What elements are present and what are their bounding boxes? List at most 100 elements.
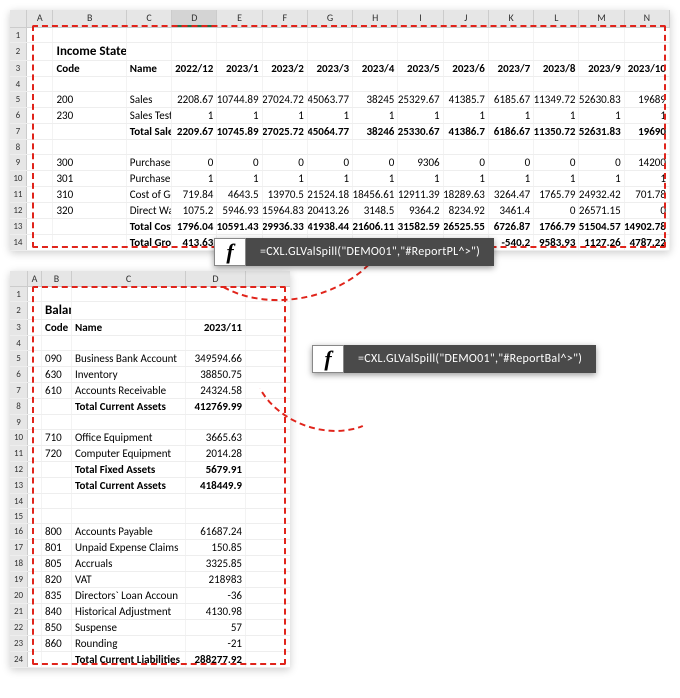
cell[interactable]: [398, 28, 443, 42]
value-cell[interactable]: 45064.77: [308, 124, 353, 139]
row-header[interactable]: 15: [10, 509, 28, 523]
value-cell[interactable]: 20413.26: [308, 203, 353, 218]
value-cell[interactable]: 52630.83: [579, 92, 624, 107]
cell[interactable]: [72, 287, 186, 301]
cell[interactable]: [579, 43, 624, 60]
code-cell[interactable]: [42, 478, 72, 493]
code-cell[interactable]: [53, 124, 126, 139]
code-cell[interactable]: 230: [53, 108, 126, 123]
code-cell[interactable]: 090: [42, 351, 72, 366]
col-header-K[interactable]: K: [489, 10, 534, 27]
value-cell[interactable]: 41386.7: [444, 124, 489, 139]
name-cell[interactable]: Purchases: [127, 155, 172, 170]
row-header[interactable]: 1: [10, 287, 28, 301]
value-cell[interactable]: 0: [172, 155, 217, 170]
row-header[interactable]: 9: [10, 415, 28, 429]
cell[interactable]: [42, 287, 72, 301]
value-cell[interactable]: 11350.72: [534, 124, 579, 139]
value-cell[interactable]: 1766.79: [534, 219, 579, 234]
col-header-D[interactable]: D: [186, 271, 246, 286]
cell[interactable]: [72, 336, 186, 350]
cell[interactable]: [72, 494, 186, 508]
value-cell[interactable]: 1075.2: [172, 203, 217, 218]
cell[interactable]: [263, 140, 308, 154]
cell[interactable]: [579, 140, 624, 154]
row-header[interactable]: 1: [10, 28, 27, 42]
code-cell[interactable]: 801: [42, 540, 72, 555]
value-cell[interactable]: 0: [353, 155, 398, 170]
cell[interactable]: [28, 494, 42, 508]
value-cell[interactable]: 1: [263, 171, 308, 186]
cell[interactable]: [263, 43, 308, 60]
value-cell[interactable]: 418449.9: [186, 478, 246, 493]
cell[interactable]: [625, 140, 670, 154]
cell[interactable]: [217, 28, 262, 42]
cell[interactable]: [28, 430, 42, 445]
row-header[interactable]: 13: [10, 478, 28, 493]
row-header[interactable]: 12: [10, 462, 28, 477]
value-cell[interactable]: 1: [308, 108, 353, 123]
cell[interactable]: [444, 77, 489, 91]
value-cell[interactable]: 51504.57: [579, 219, 624, 234]
header-period[interactable]: 2023/6: [444, 61, 489, 76]
cell[interactable]: [489, 43, 534, 60]
header-code[interactable]: Code: [42, 320, 72, 335]
value-cell[interactable]: 31582.59: [398, 219, 443, 234]
name-cell[interactable]: VAT: [72, 572, 186, 587]
cell[interactable]: [27, 92, 54, 107]
cell[interactable]: [353, 77, 398, 91]
value-cell[interactable]: 2014.28: [186, 446, 246, 461]
value-cell[interactable]: 19690: [625, 124, 670, 139]
cell[interactable]: [398, 43, 443, 60]
row-header[interactable]: 2: [10, 43, 27, 60]
value-cell[interactable]: 25330.67: [398, 124, 443, 139]
cell[interactable]: [579, 28, 624, 42]
cell[interactable]: [489, 77, 534, 91]
cell[interactable]: [27, 235, 54, 250]
cell[interactable]: [28, 462, 42, 477]
col-header-F[interactable]: F: [263, 10, 308, 27]
value-cell[interactable]: 21524.18: [308, 187, 353, 202]
value-cell[interactable]: 3461.4: [489, 203, 534, 218]
value-cell[interactable]: 0: [579, 155, 624, 170]
cell[interactable]: [27, 28, 54, 42]
cell[interactable]: [625, 43, 670, 60]
value-cell[interactable]: 18456.61: [353, 187, 398, 202]
value-cell[interactable]: 38245: [353, 92, 398, 107]
value-cell[interactable]: 12911.39: [398, 187, 443, 202]
name-cell[interactable]: Suspense: [72, 620, 186, 635]
header-period[interactable]: 2023/11: [186, 320, 246, 335]
sheet-title[interactable]: Income Statement: [53, 43, 126, 60]
name-cell[interactable]: Direct Wages: [127, 203, 172, 218]
value-cell[interactable]: 1: [489, 171, 534, 186]
value-cell[interactable]: 6186.67: [489, 124, 534, 139]
value-cell[interactable]: 288277.92: [186, 652, 246, 667]
cell[interactable]: [353, 140, 398, 154]
cell[interactable]: [625, 77, 670, 91]
cell[interactable]: [28, 524, 42, 539]
cell[interactable]: [27, 219, 54, 234]
value-cell[interactable]: 150.85: [186, 540, 246, 555]
cell[interactable]: [28, 588, 42, 603]
code-cell[interactable]: [53, 219, 126, 234]
value-cell[interactable]: 1127.26: [579, 235, 624, 250]
cell[interactable]: [186, 287, 246, 301]
cell[interactable]: [534, 43, 579, 60]
cell[interactable]: [28, 399, 42, 414]
value-cell[interactable]: -21: [186, 636, 246, 651]
col-header-N[interactable]: N: [625, 10, 670, 27]
name-cell[interactable]: Total Fixed Assets: [72, 462, 186, 477]
value-cell[interactable]: 1: [534, 108, 579, 123]
value-cell[interactable]: 26571.15: [579, 203, 624, 218]
cell[interactable]: [186, 302, 246, 319]
row-header[interactable]: 11: [10, 446, 28, 461]
value-cell[interactable]: 701.78: [625, 187, 670, 202]
value-cell[interactable]: 1: [579, 171, 624, 186]
col-header-H[interactable]: H: [353, 10, 398, 27]
value-cell[interactable]: 1: [217, 171, 262, 186]
name-cell[interactable]: Total Sales: [127, 124, 172, 139]
code-cell[interactable]: 720: [42, 446, 72, 461]
row-header[interactable]: 8: [10, 140, 27, 154]
code-cell[interactable]: 820: [42, 572, 72, 587]
value-cell[interactable]: 4643.5: [217, 187, 262, 202]
